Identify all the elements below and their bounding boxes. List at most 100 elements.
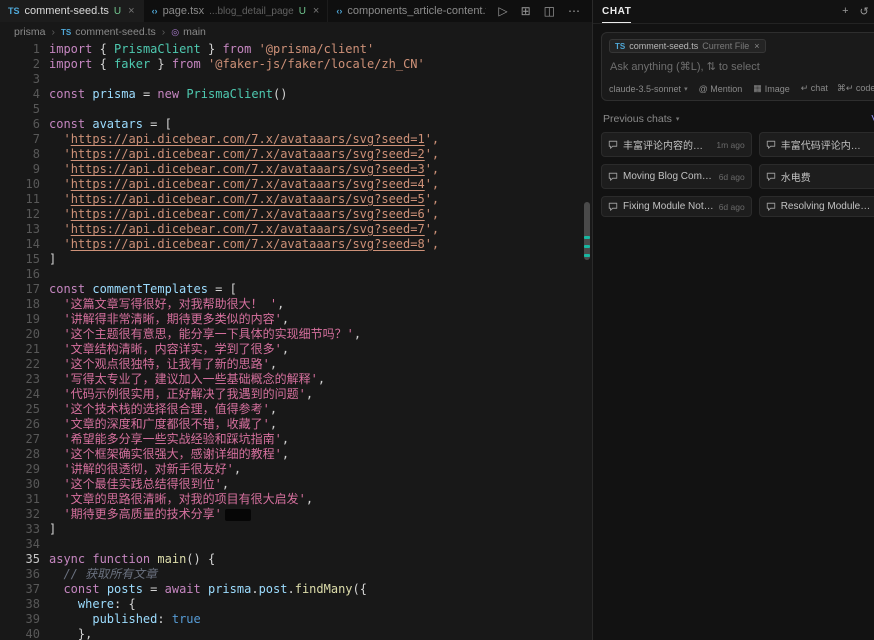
run-file-icon[interactable]: ▷ xyxy=(498,4,507,18)
editor-tab[interactable]: ‹›page.tsx...blog_detail_pageU× xyxy=(144,0,329,22)
customize-layout-icon[interactable]: ⊞ xyxy=(521,4,531,18)
overview-ruler-mark xyxy=(584,236,590,239)
tab-label: comment-seed.ts xyxy=(25,5,109,17)
code-line[interactable]: 13 'https://api.dicebear.com/7.x/avataaa… xyxy=(0,222,592,237)
code-line[interactable]: 30 '这个最佳实践总结得很到位', xyxy=(0,477,592,492)
code-line[interactable]: 32 '期待更多高质量的技术分享' xyxy=(0,507,592,522)
code-line[interactable]: 40 }, xyxy=(0,627,592,640)
line-number: 36 xyxy=(0,567,40,582)
code-line[interactable]: 12 'https://api.dicebear.com/7.x/avataaa… xyxy=(0,207,592,222)
line-number: 23 xyxy=(0,372,40,387)
file-type-icon: TS xyxy=(8,6,20,16)
chat-history-title: Fixing Module Not Fo... xyxy=(623,201,714,212)
code-line[interactable]: 35async function main() { xyxy=(0,552,592,567)
line-number: 5 xyxy=(0,102,40,117)
context-chip[interactable]: TS comment-seed.ts Current File × xyxy=(609,39,766,53)
model-name: claude-3.5-sonnet xyxy=(609,84,681,94)
code-line[interactable]: 1import { PrismaClient } from '@prisma/c… xyxy=(0,42,592,57)
submit-chat-button[interactable]: ↵ chat xyxy=(801,83,828,94)
scrollbar-thumb[interactable] xyxy=(584,202,590,260)
breadcrumb-item[interactable]: prisma xyxy=(14,26,46,38)
code-editor[interactable]: 1import { PrismaClient } from '@prisma/c… xyxy=(0,42,592,640)
submit-codebase-button[interactable]: ⌘↵ codebase ▾ xyxy=(837,83,874,94)
code-line[interactable]: 8 'https://api.dicebear.com/7.x/avataaar… xyxy=(0,147,592,162)
editor-tab[interactable]: TScomment-seed.tsU× xyxy=(0,0,144,22)
code-line[interactable]: 21 '文章结构清晰，内容详实，学到了很多', xyxy=(0,342,592,357)
chat-input[interactable] xyxy=(609,53,874,83)
breadcrumb-label: comment-seed.ts xyxy=(75,26,156,38)
chat-history-item[interactable]: 丰富代码评论内容的建...1m ago xyxy=(759,132,874,157)
code-line[interactable]: 29 '讲解的很透彻，对新手很友好', xyxy=(0,462,592,477)
breadcrumb-item[interactable]: TScomment-seed.ts xyxy=(61,26,156,38)
editor-tab[interactable]: ‹›components_article-content.tsxU× xyxy=(328,0,486,22)
code-line[interactable]: 26 '文章的深度和广度都很不错，收藏了', xyxy=(0,417,592,432)
chat-history-item[interactable]: Fixing Module Not Fo...6d ago xyxy=(601,196,752,217)
image-button[interactable]: ▦ Image xyxy=(753,83,790,94)
mention-button[interactable]: @ Mention xyxy=(699,84,743,94)
code-line[interactable]: 39 published: true xyxy=(0,612,592,627)
code-line[interactable]: 4const prisma = new PrismaClient() xyxy=(0,87,592,102)
code-line[interactable]: 22 '这个观点很独特，让我有了新的思路', xyxy=(0,357,592,372)
code-line[interactable]: 18 '这篇文章写得很好，对我帮助很大！ ', xyxy=(0,297,592,312)
line-number: 1 xyxy=(0,42,40,57)
code-line[interactable]: 14 'https://api.dicebear.com/7.x/avataaa… xyxy=(0,237,592,252)
chat-history-item[interactable]: 丰富评论内容的技巧1m ago xyxy=(601,132,752,157)
code-text: 'https://api.dicebear.com/7.x/avataaars/… xyxy=(49,207,439,222)
code-line[interactable]: 33] xyxy=(0,522,592,537)
code-line[interactable]: 3 xyxy=(0,72,592,87)
code-line[interactable]: 16 xyxy=(0,267,592,282)
chat-composer[interactable]: TS comment-seed.ts Current File × claude… xyxy=(601,32,874,101)
code-line[interactable]: 2import { faker } from '@faker-js/faker/… xyxy=(0,57,592,72)
code-line[interactable]: 5 xyxy=(0,102,592,117)
new-chat-icon[interactable]: + xyxy=(842,5,848,18)
previous-chats-label[interactable]: Previous chats xyxy=(603,113,672,125)
code-line[interactable]: 38 where: { xyxy=(0,597,592,612)
line-number: 2 xyxy=(0,57,40,72)
chat-history-item[interactable]: Moving Blog Compon...6d ago xyxy=(601,164,752,189)
chat-panel-header: CHAT +↺□⋯ xyxy=(593,0,874,24)
model-selector[interactable]: claude-3.5-sonnet ▾ xyxy=(609,84,688,94)
chat-history-title: Moving Blog Compon... xyxy=(623,171,714,182)
code-line[interactable]: 34 xyxy=(0,537,592,552)
line-number: 15 xyxy=(0,252,40,267)
editor-scrollbar[interactable] xyxy=(582,42,592,640)
chat-bubble-icon xyxy=(766,202,776,212)
breadcrumb: prisma›TScomment-seed.ts›◎main xyxy=(0,22,592,42)
code-line[interactable]: 15] xyxy=(0,252,592,267)
code-line[interactable]: 25 '这个技术栈的选择很合理，值得参考', xyxy=(0,402,592,417)
breadcrumb-item[interactable]: ◎main xyxy=(171,26,206,38)
close-tab-icon[interactable]: × xyxy=(128,5,134,17)
split-editor-icon[interactable]: ◫ xyxy=(544,4,555,18)
code-text: where: { xyxy=(49,597,136,612)
code-line[interactable]: 36 // 获取所有文章 xyxy=(0,567,592,582)
line-number: 14 xyxy=(0,237,40,252)
chat-history-item[interactable]: 水电费6d ago xyxy=(759,164,874,189)
code-line[interactable]: 37 const posts = await prisma.post.findM… xyxy=(0,582,592,597)
tab-sublabel: ...blog_detail_page xyxy=(209,6,294,17)
code-line[interactable]: 11 'https://api.dicebear.com/7.x/avataaa… xyxy=(0,192,592,207)
code-line[interactable]: 20 '这个主题很有意思，能分享一下具体的实现细节吗？', xyxy=(0,327,592,342)
code-line[interactable]: 10 'https://api.dicebear.com/7.x/avataaa… xyxy=(0,177,592,192)
code-text: const prisma = new PrismaClient() xyxy=(49,87,287,102)
more-actions-icon[interactable]: ⋯ xyxy=(568,4,580,18)
code-line[interactable]: 19 '讲解得非常清晰，期待更多类似的内容', xyxy=(0,312,592,327)
code-line[interactable]: 31 '文章的思路很清晰，对我的项目有很大启发', xyxy=(0,492,592,507)
history-icon[interactable]: ↺ xyxy=(860,5,869,18)
line-number: 29 xyxy=(0,462,40,477)
tab-chat[interactable]: CHAT xyxy=(602,0,631,23)
code-line[interactable]: 9 'https://api.dicebear.com/7.x/avataaar… xyxy=(0,162,592,177)
chat-header-icons: +↺□⋯ xyxy=(842,5,874,18)
code-line[interactable]: 7 'https://api.dicebear.com/7.x/avataaar… xyxy=(0,132,592,147)
code-line[interactable]: 17const commentTemplates = [ xyxy=(0,282,592,297)
code-text: '这个最佳实践总结得很到位', xyxy=(49,477,229,492)
code-line[interactable]: 6const avatars = [ xyxy=(0,117,592,132)
code-line[interactable]: 28 '这个框架确实很强大，感谢详细的教程', xyxy=(0,447,592,462)
code-line[interactable]: 23 '写得太专业了，建议加入一些基础概念的解释', xyxy=(0,372,592,387)
code-text: '讲解的很透彻，对新手很友好', xyxy=(49,462,241,477)
chat-history-item[interactable]: Resolving Module No...6d ago xyxy=(759,196,874,217)
code-line[interactable]: 24 '代码示例很实用，正好解决了我遇到的问题', xyxy=(0,387,592,402)
close-tab-icon[interactable]: × xyxy=(313,5,319,17)
code-line[interactable]: 27 '希望能多分享一些实战经验和踩坑指南', xyxy=(0,432,592,447)
code-text: '这个观点很独特，让我有了新的思路', xyxy=(49,357,277,372)
remove-context-icon[interactable]: × xyxy=(754,41,759,51)
